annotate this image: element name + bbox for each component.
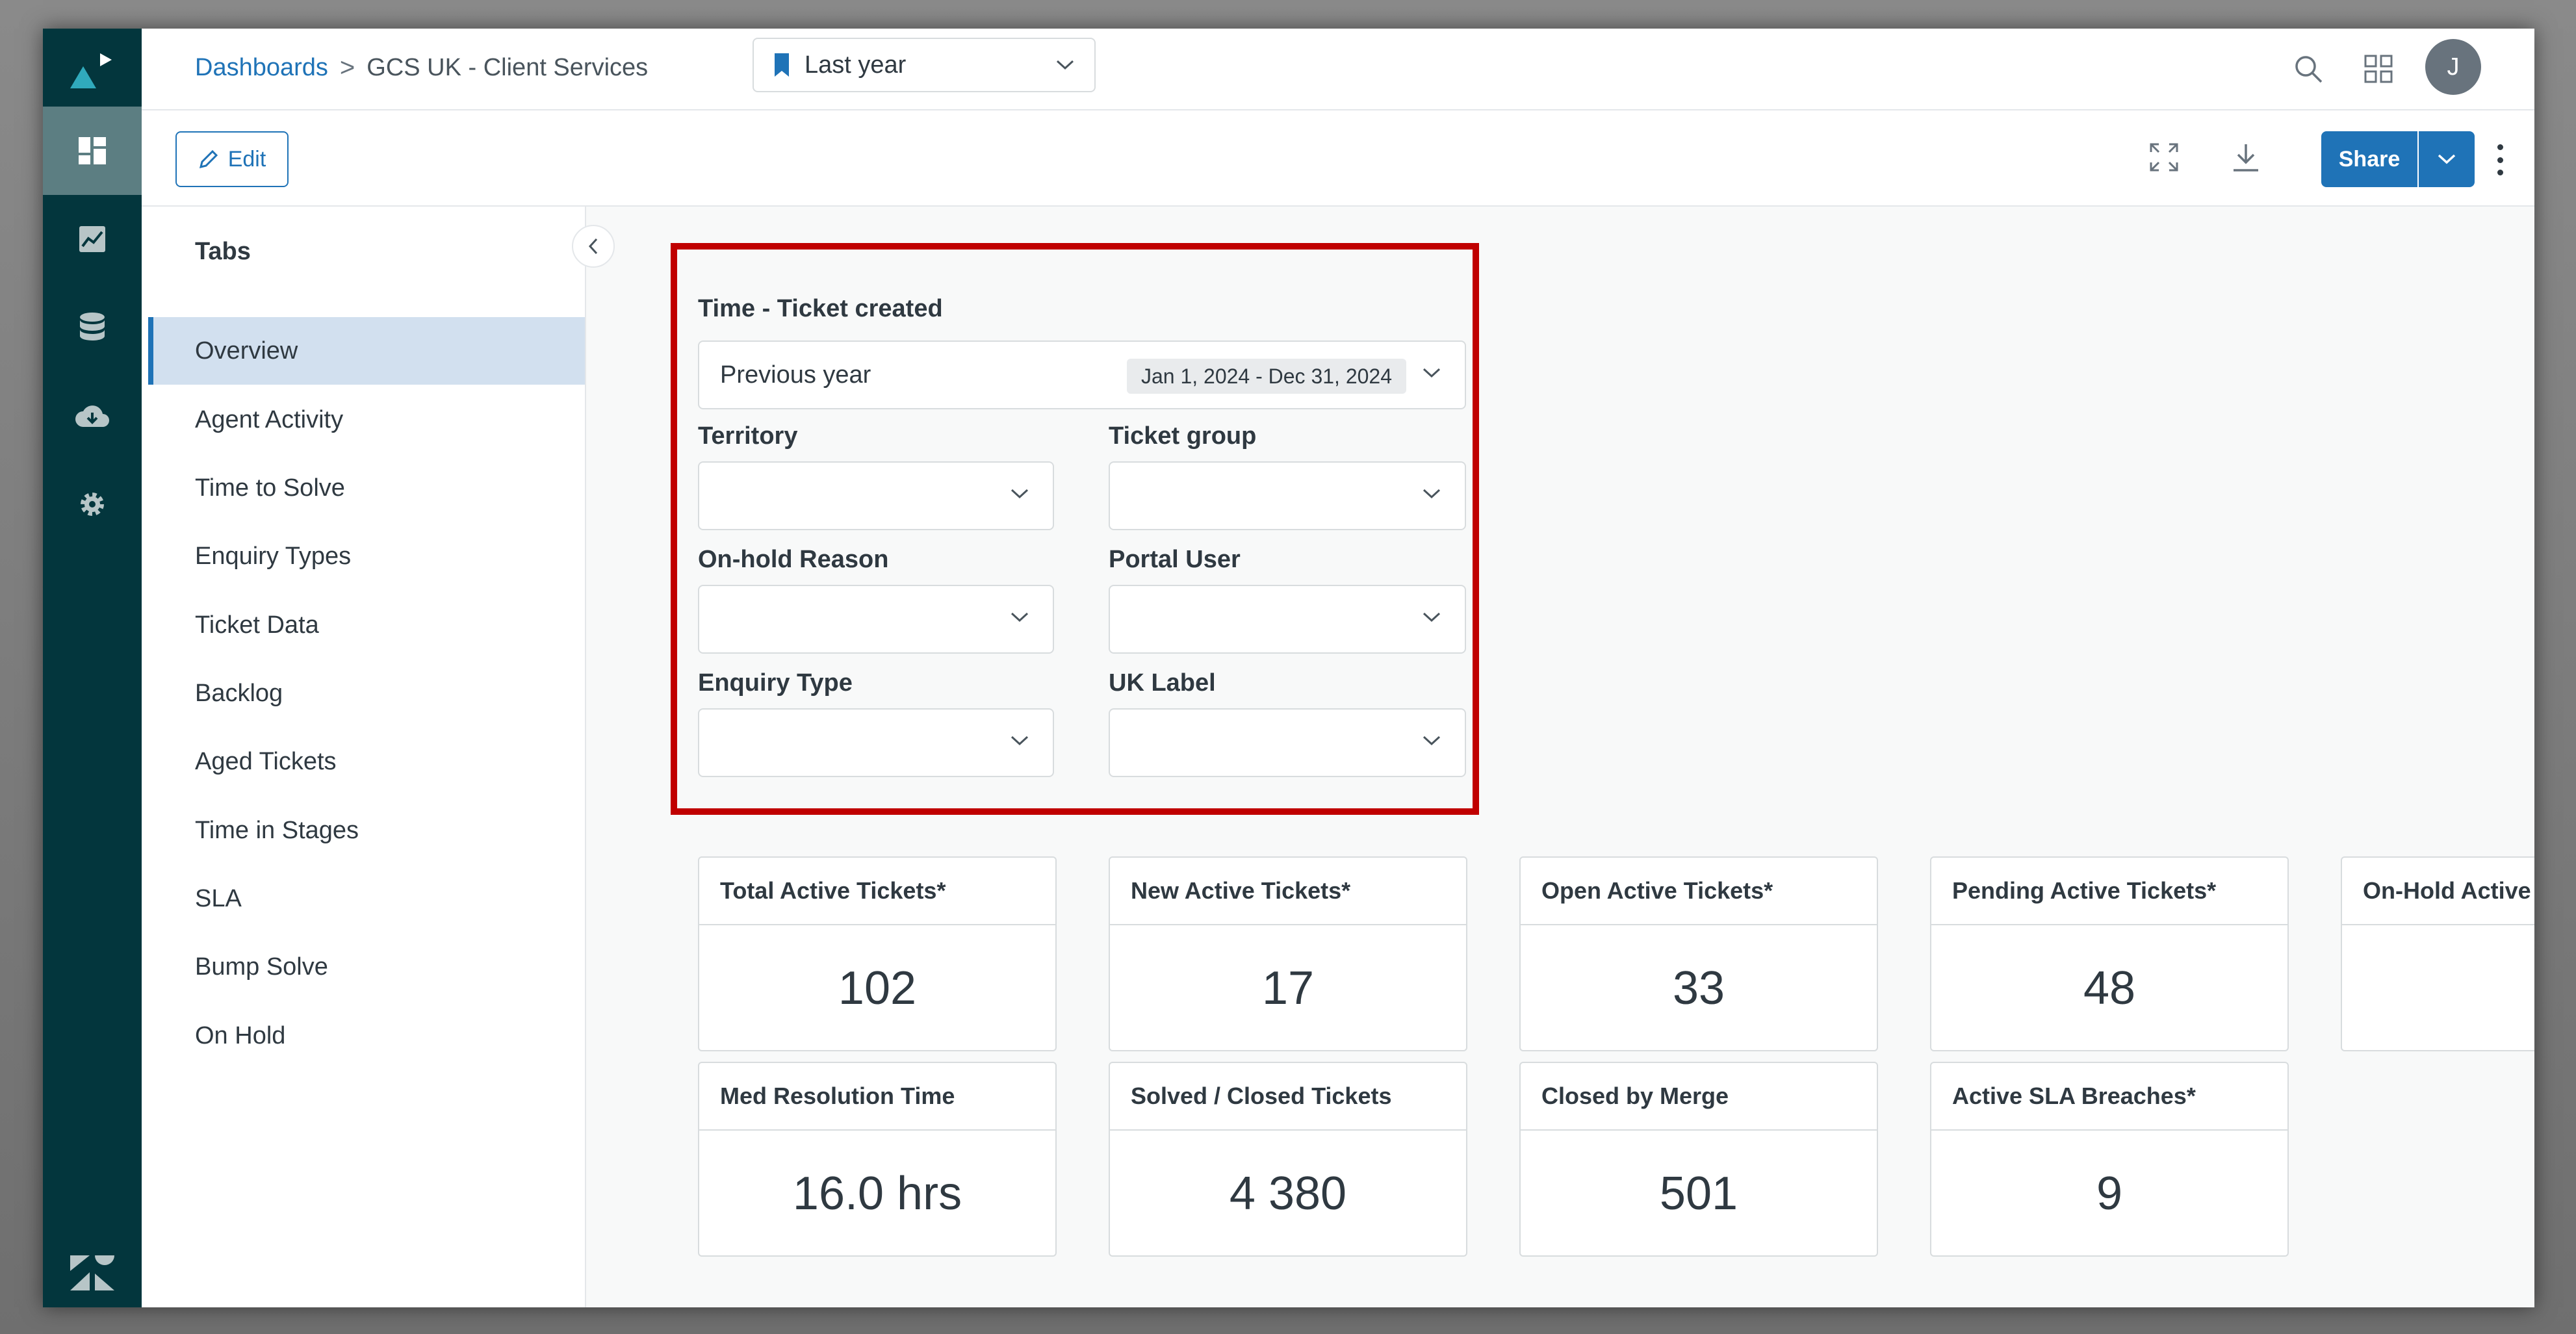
kpi-title: Pending Active Tickets* bbox=[1931, 858, 2287, 925]
more-options-icon[interactable] bbox=[2490, 140, 2510, 179]
chevron-down-icon bbox=[1423, 612, 1441, 622]
time-filter-label: Time - Ticket created bbox=[698, 295, 943, 322]
kpi-value: 4 380 bbox=[1229, 1168, 1347, 1220]
share-split-button: Share bbox=[2321, 131, 2475, 187]
share-options-chevron-down-icon[interactable] bbox=[2419, 131, 2475, 187]
edit-button[interactable]: Edit bbox=[175, 131, 289, 187]
tab-time-in-stages[interactable]: Time in Stages bbox=[148, 797, 585, 864]
tabs-panel: Tabs Overview Agent Activity Time to Sol… bbox=[142, 207, 586, 1307]
edit-button-label: Edit bbox=[227, 146, 266, 172]
kpi-card-onhold-active[interactable]: On-Hold Active 4 bbox=[2341, 856, 2534, 1051]
date-range-select[interactable]: Last year bbox=[753, 38, 1096, 92]
kpi-title: Open Active Tickets* bbox=[1521, 858, 1877, 925]
tab-on-hold[interactable]: On Hold bbox=[148, 1002, 585, 1070]
dashboards-nav-icon[interactable] bbox=[43, 107, 142, 195]
chevron-down-icon bbox=[1423, 368, 1441, 378]
kpi-title: On-Hold Active bbox=[2342, 858, 2534, 925]
collapse-panel-chevron-left-icon[interactable] bbox=[572, 225, 615, 268]
kpi-value: 501 bbox=[1659, 1168, 1738, 1220]
settings-gear-nav-icon[interactable] bbox=[43, 460, 142, 548]
kpi-value: 4 bbox=[2342, 925, 2534, 1050]
dashboard-content: Time - Ticket created Previous year Jan … bbox=[586, 207, 2534, 1307]
kpi-value: 48 bbox=[2083, 962, 2136, 1014]
portal-user-select[interactable] bbox=[1109, 585, 1466, 654]
filters-panel: Time - Ticket created Previous year Jan … bbox=[671, 243, 1479, 815]
tab-bump-solve[interactable]: Bump Solve bbox=[148, 933, 585, 1001]
date-range-pill: Jan 1, 2024 - Dec 31, 2024 bbox=[1126, 359, 1406, 394]
datasets-nav-icon[interactable] bbox=[43, 283, 142, 372]
product-grid-icon[interactable] bbox=[2358, 48, 2399, 90]
chevron-down-icon bbox=[1423, 489, 1441, 499]
kpi-title: Med Resolution Time bbox=[699, 1063, 1055, 1131]
enquiry-type-label: Enquiry Type bbox=[698, 669, 853, 697]
tab-enquiry-types[interactable]: Enquiry Types bbox=[148, 522, 585, 590]
territory-label: Territory bbox=[698, 422, 798, 450]
reports-nav-icon[interactable] bbox=[43, 195, 142, 283]
tab-overview[interactable]: Overview bbox=[148, 317, 585, 385]
kpi-value: 102 bbox=[838, 962, 917, 1014]
zendesk-logo-icon bbox=[68, 1253, 117, 1292]
portal-user-label: Portal User bbox=[1109, 546, 1241, 573]
kpi-title: Closed by Merge bbox=[1521, 1063, 1877, 1131]
kpi-card-med-resolution[interactable]: Med Resolution Time 16.0 hrs bbox=[698, 1062, 1057, 1257]
chevron-down-icon bbox=[1423, 736, 1441, 746]
tab-ticket-data[interactable]: Ticket Data bbox=[148, 591, 585, 659]
explore-logo-icon bbox=[66, 48, 118, 94]
share-button[interactable]: Share bbox=[2321, 131, 2417, 187]
uk-label-select[interactable] bbox=[1109, 708, 1466, 777]
uk-label-label: UK Label bbox=[1109, 669, 1216, 697]
product-rail bbox=[43, 29, 142, 1307]
kpi-card-open-active[interactable]: Open Active Tickets* 33 bbox=[1519, 856, 1878, 1051]
download-icon[interactable] bbox=[2225, 136, 2267, 178]
chevron-down-icon bbox=[1011, 489, 1029, 499]
kpi-value: 16.0 hrs bbox=[792, 1168, 962, 1220]
ticket-group-select[interactable] bbox=[1109, 461, 1466, 530]
chevron-down-icon bbox=[1056, 60, 1074, 70]
breadcrumb: Dashboards > GCS UK - Client Services bbox=[195, 53, 648, 83]
chevron-down-icon bbox=[1011, 736, 1029, 746]
kpi-value: 33 bbox=[1672, 962, 1725, 1014]
top-header: Dashboards > GCS UK - Client Services La… bbox=[142, 29, 2534, 110]
fullscreen-icon[interactable] bbox=[2143, 136, 2185, 178]
tab-time-to-solve[interactable]: Time to Solve bbox=[148, 454, 585, 522]
dashboard-toolbar: Edit Share bbox=[142, 110, 2534, 207]
breadcrumb-current: GCS UK - Client Services bbox=[367, 54, 649, 81]
onhold-reason-select[interactable] bbox=[698, 585, 1054, 654]
time-filter-select[interactable]: Previous year Jan 1, 2024 - Dec 31, 2024 bbox=[698, 340, 1466, 409]
tab-agent-activity[interactable]: Agent Activity bbox=[148, 386, 585, 454]
tab-aged-tickets[interactable]: Aged Tickets bbox=[148, 728, 585, 795]
tab-backlog[interactable]: Backlog bbox=[148, 660, 585, 727]
kpi-value: 9 bbox=[2096, 1168, 2123, 1220]
kpi-card-closed-by-merge[interactable]: Closed by Merge 501 bbox=[1519, 1062, 1878, 1257]
enquiry-type-select[interactable] bbox=[698, 708, 1054, 777]
kpi-title: New Active Tickets* bbox=[1110, 858, 1466, 925]
pencil-icon bbox=[199, 149, 218, 169]
breadcrumb-dashboards-link[interactable]: Dashboards bbox=[195, 54, 328, 82]
chevron-down-icon bbox=[1011, 612, 1029, 622]
kpi-value: 17 bbox=[1261, 962, 1315, 1014]
tabs-title: Tabs bbox=[195, 238, 251, 265]
kpi-card-total-active[interactable]: Total Active Tickets* 102 bbox=[698, 856, 1057, 1051]
time-filter-value: Previous year bbox=[720, 361, 871, 389]
kpi-card-sla-breaches[interactable]: Active SLA Breaches* 9 bbox=[1930, 1062, 2289, 1257]
kpi-card-new-active[interactable]: New Active Tickets* 17 bbox=[1109, 856, 1467, 1051]
ticket-group-label: Ticket group bbox=[1109, 422, 1257, 450]
search-icon[interactable] bbox=[2287, 48, 2329, 90]
download-cloud-nav-icon[interactable] bbox=[43, 372, 142, 460]
kpi-card-solved-closed[interactable]: Solved / Closed Tickets 4 380 bbox=[1109, 1062, 1467, 1257]
kpi-title: Total Active Tickets* bbox=[699, 858, 1055, 925]
tab-sla[interactable]: SLA bbox=[148, 865, 585, 932]
chevron-right-icon: > bbox=[339, 53, 355, 82]
territory-select[interactable] bbox=[698, 461, 1054, 530]
kpi-card-pending-active[interactable]: Pending Active Tickets* 48 bbox=[1930, 856, 2289, 1051]
kpi-title: Solved / Closed Tickets bbox=[1110, 1063, 1466, 1131]
date-range-value: Last year bbox=[805, 51, 907, 79]
onhold-reason-label: On-hold Reason bbox=[698, 546, 889, 573]
user-avatar[interactable]: J bbox=[2425, 39, 2481, 95]
bookmark-icon bbox=[775, 53, 789, 77]
app-window: Dashboards > GCS UK - Client Services La… bbox=[43, 29, 2534, 1307]
kpi-title: Active SLA Breaches* bbox=[1931, 1063, 2287, 1131]
